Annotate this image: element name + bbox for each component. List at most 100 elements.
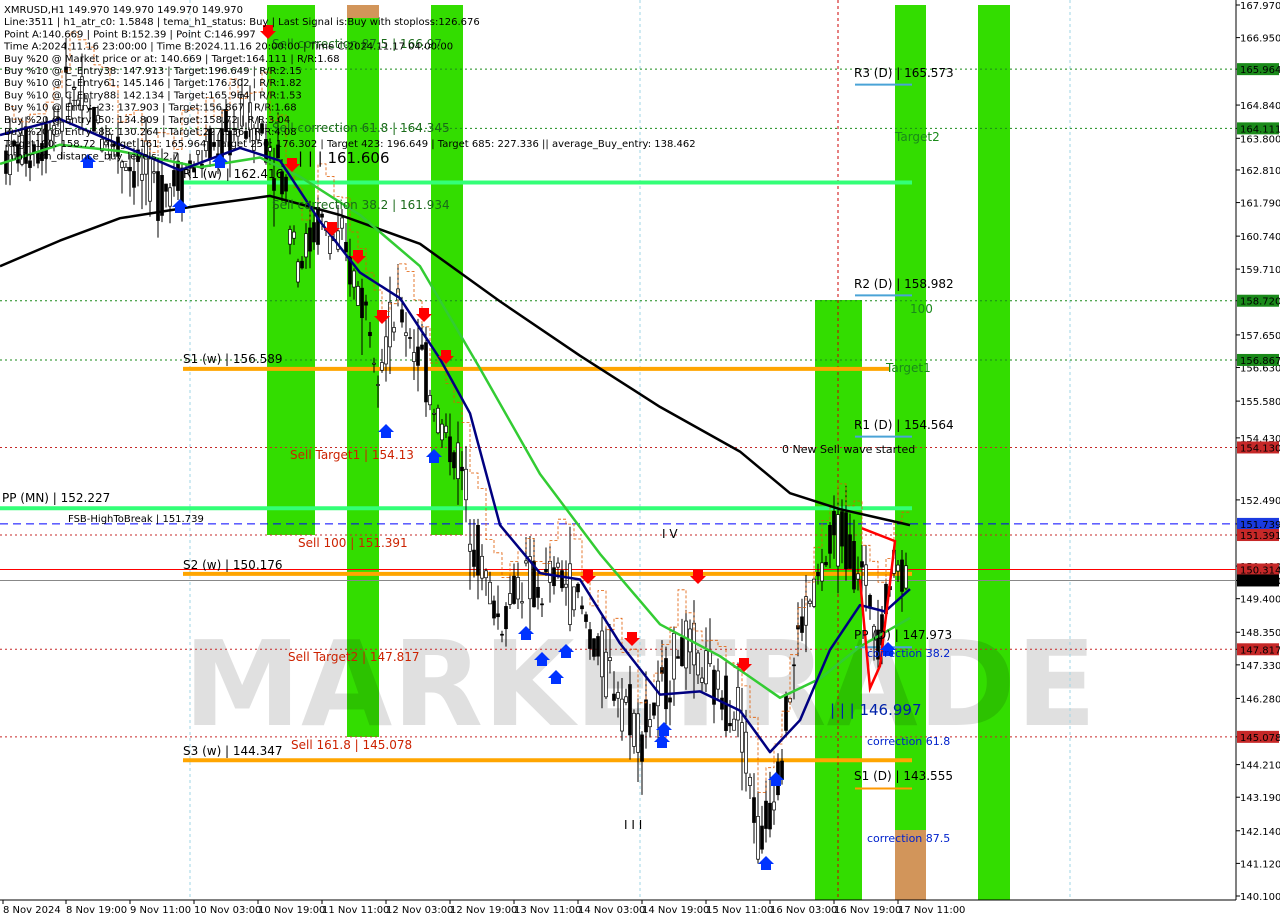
price-tag-label: 158.720	[1240, 297, 1280, 308]
candle-body	[504, 606, 508, 630]
time-tick-label: 12 Nov 03:00	[386, 905, 453, 916]
candle-body	[300, 260, 304, 269]
candle-body	[664, 658, 668, 710]
correction-618-label: correction 61.8	[867, 735, 950, 748]
candle-body	[840, 511, 844, 547]
info-line: Buy %20 @ Entry -88: 130.264 | Target:22…	[4, 127, 297, 138]
candle-body	[360, 287, 364, 319]
price-tick-label: 164.840	[1240, 101, 1280, 112]
candle-body	[460, 466, 464, 472]
candle-body	[824, 562, 828, 566]
info-line: Buy %20 @ Market price or at: 140.669 | …	[4, 54, 340, 65]
candle-body	[284, 176, 288, 192]
candle-body	[612, 693, 616, 701]
candle-body	[164, 183, 168, 192]
price-chart[interactable]: MARKETRADE R3 (D) | 165.573R2 (D) | 158.…	[0, 0, 1280, 920]
candle-body	[484, 570, 488, 579]
candle-body	[820, 562, 824, 582]
s2-weekly-label: S2 (w) | 150.176	[183, 558, 283, 572]
candle-body	[760, 825, 764, 850]
candle-body	[372, 362, 376, 365]
candle-body	[496, 613, 500, 618]
candle-body	[132, 171, 136, 188]
pp-monthly-label: PP (MN) | 152.227	[2, 491, 110, 505]
s1-weekly-label: S1 (w) | 156.589	[183, 352, 283, 366]
candle-body	[756, 816, 760, 860]
candle-body	[408, 337, 412, 339]
info-line: Buy %10 @ C_Entry61: 145.146 | Target:17…	[4, 78, 302, 89]
target2-label: Target2	[894, 130, 940, 144]
candle-body	[784, 694, 788, 731]
price-tick-label: 147.330	[1240, 661, 1280, 672]
candle-body	[384, 336, 388, 365]
candle-body	[472, 549, 476, 567]
candle-body	[376, 384, 380, 386]
candle-body	[752, 797, 756, 823]
pp-daily-label: PP (D) | 147.973	[854, 628, 952, 642]
info-line: Buy %10 @ C_Entry88: 142.134 | Target:16…	[4, 90, 302, 101]
candle-body	[556, 562, 560, 568]
candle-body	[420, 344, 424, 350]
candle-body	[328, 235, 332, 254]
sell-100-label: Sell 100 | 151.391	[298, 536, 408, 550]
time-tick-label: 16 Nov 19:00	[834, 905, 901, 916]
candle-body	[512, 575, 516, 604]
candle-body	[600, 630, 604, 678]
candle-body	[468, 543, 472, 552]
candle-body	[176, 160, 180, 191]
candle-body	[120, 161, 124, 168]
candle-body	[828, 525, 832, 554]
candle-body	[772, 801, 776, 811]
candle-body	[628, 684, 632, 736]
candle-body	[580, 605, 584, 610]
time-tick-label: 12 Nov 19:00	[450, 905, 517, 916]
price-tick-label: 157.650	[1240, 331, 1280, 342]
time-band	[347, 5, 379, 18]
candle-body	[800, 616, 804, 633]
info-line: Buy %10 @ Entry -23: 137.903 | Target:15…	[4, 103, 297, 114]
candle-body	[696, 652, 700, 676]
candle-body	[444, 425, 448, 433]
info-line: Time A:2024.11.16 23:00:00 | Time B:2024…	[3, 42, 453, 53]
candle-body	[432, 412, 436, 415]
candle-body	[856, 573, 860, 580]
price-tick-label: 167.970	[1240, 1, 1280, 12]
candle-body	[860, 561, 864, 568]
time-tick-label: 10 Nov 03:00	[194, 905, 261, 916]
candle-body	[564, 583, 568, 588]
candle-body	[900, 559, 904, 592]
candle-body	[568, 563, 572, 625]
price-tag-label: 165.964	[1240, 65, 1280, 76]
candle-body	[608, 657, 612, 661]
candle-body	[416, 346, 420, 366]
price-tag-label: 145.078	[1240, 733, 1280, 744]
candle-body	[708, 650, 712, 665]
buy-arrow-icon	[172, 199, 188, 213]
candle-body	[292, 231, 296, 239]
candle-body	[592, 638, 596, 657]
candle-body	[904, 565, 908, 589]
price-tick-label: 144.210	[1240, 761, 1280, 772]
candle-body	[644, 699, 648, 733]
price-tick-label: 161.790	[1240, 199, 1280, 210]
time-tick-label: 14 Nov 19:00	[642, 905, 709, 916]
time-tick-label: 8 Nov 2024	[3, 905, 61, 916]
candle-body	[436, 407, 440, 434]
candle-body	[424, 342, 428, 403]
candle-body	[476, 524, 480, 576]
candle-body	[516, 577, 520, 600]
price-tick-label: 155.580	[1240, 397, 1280, 408]
candle-body	[128, 166, 132, 172]
candle-body	[148, 158, 152, 202]
time-tick-label: 17 Nov 11:00	[898, 905, 965, 916]
r1-weekly-label: R1 (w) | 162.416	[183, 167, 283, 181]
correction-382-label: correction 38.2	[867, 647, 950, 660]
time-tick-label: 10 Nov 19:00	[258, 905, 325, 916]
time-tick-label: 8 Nov 19:00	[66, 905, 127, 916]
candle-body	[680, 637, 684, 667]
info-line: Buy %20 @ Entry -50: 134.809 | Target:15…	[4, 115, 290, 126]
info-line: XMRUSD,H1 149.970 149.970 149.970 149.97…	[4, 5, 243, 16]
candle-body	[740, 722, 744, 753]
sell-correction-382-label: Sell correction 38.2 | 161.934	[272, 198, 450, 212]
candle-body	[160, 175, 164, 216]
